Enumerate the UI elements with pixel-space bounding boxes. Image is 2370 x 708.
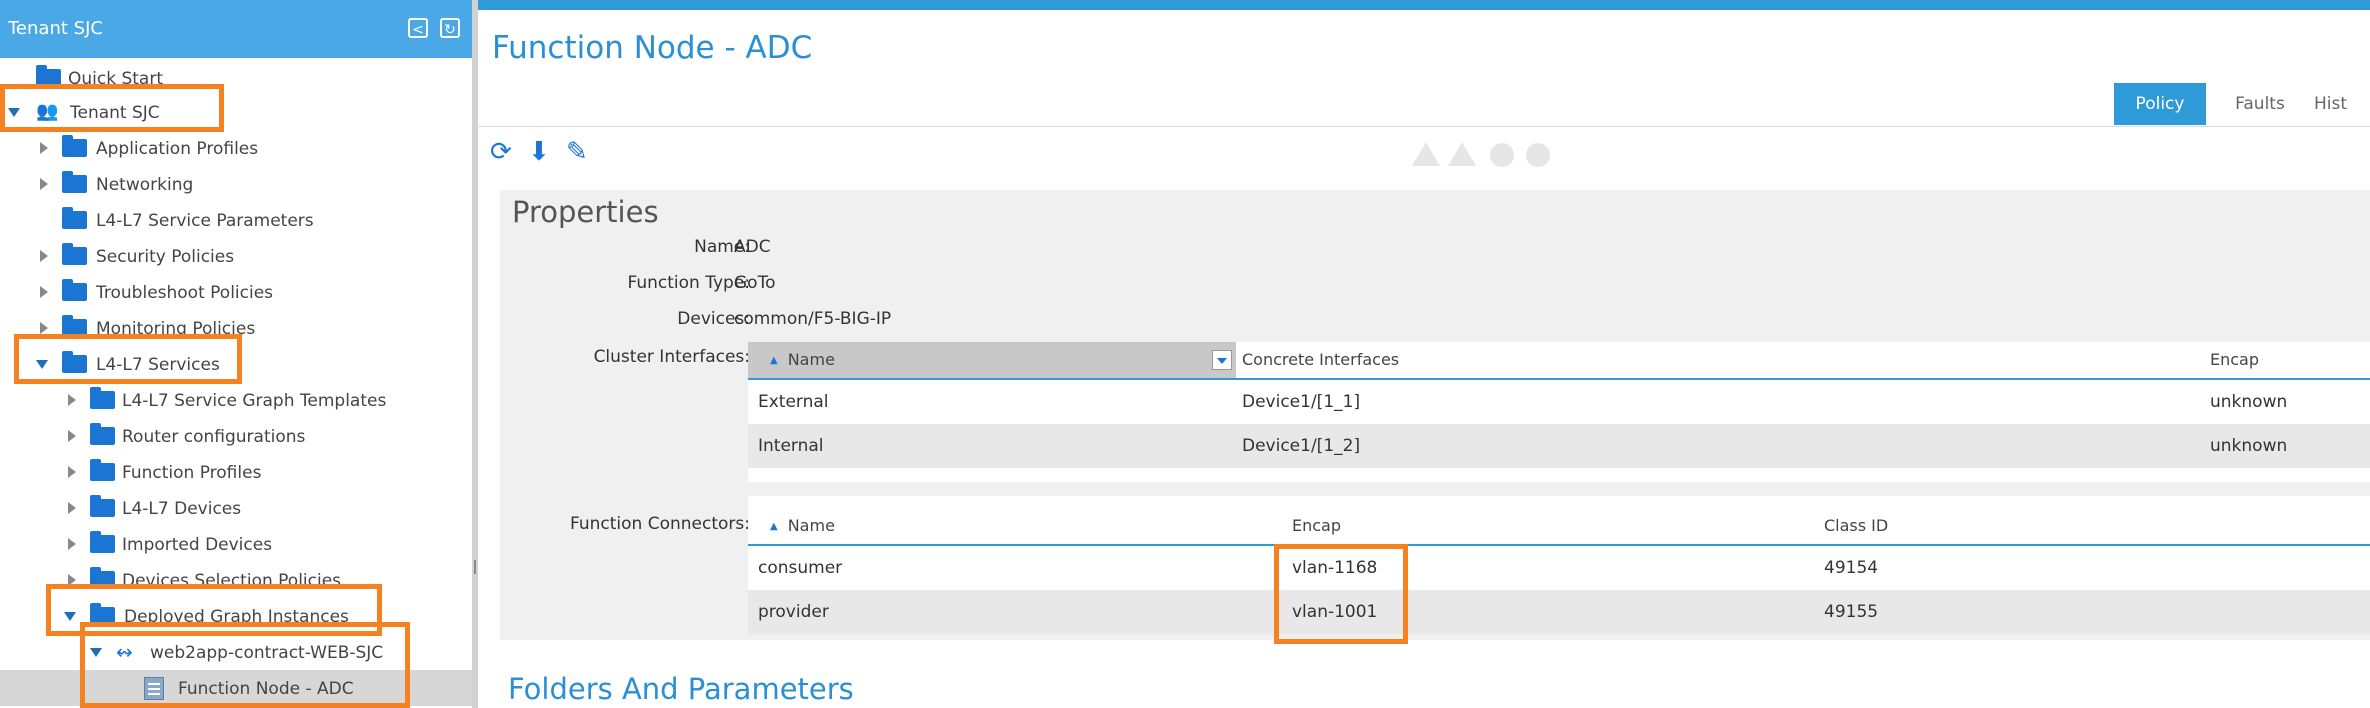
folder-icon <box>62 243 87 265</box>
collapse-arrow-icon[interactable] <box>40 322 48 334</box>
title-divider <box>478 126 2370 127</box>
collapse-arrow-icon[interactable] <box>40 142 48 154</box>
folder-icon <box>90 531 115 553</box>
collapse-icon[interactable]: < <box>408 18 428 38</box>
table-header: Name Encap Class ID <box>748 508 2370 546</box>
tab-history[interactable]: Hist <box>2314 83 2370 125</box>
collapse-arrow-icon[interactable] <box>68 538 76 550</box>
refresh-icon[interactable]: ↻ <box>440 18 460 38</box>
tree-item-networking[interactable]: Networking <box>0 166 472 202</box>
page-title: Function Node - ADC <box>492 30 813 66</box>
function-type-label: Function Type: <box>627 273 751 293</box>
column-header-encap[interactable]: Encap <box>2210 342 2259 378</box>
tab-faults[interactable]: Faults <box>2214 83 2306 125</box>
tree-item-application-profiles[interactable]: Application Profiles <box>0 130 472 166</box>
function-connectors-label: Function Connectors: <box>570 514 750 534</box>
cell-encap: unknown <box>2210 436 2288 456</box>
folder-icon <box>62 171 87 193</box>
table-header: Name Concrete Interfaces Encap <box>748 342 2370 380</box>
cell-encap: unknown <box>2210 392 2288 412</box>
tree-item-label: L4-L7 Devices <box>122 499 242 519</box>
collapse-arrow-icon[interactable] <box>68 430 76 442</box>
table-row[interactable]: External Device1/[1_1] unknown <box>748 380 2370 424</box>
cell-class-id: 49155 <box>1824 602 1879 622</box>
tree-item-label: Router configurations <box>122 427 306 447</box>
cell-name: Internal <box>758 436 824 456</box>
collapse-arrow-icon[interactable] <box>40 178 48 190</box>
tree-item-function-profiles[interactable]: Function Profiles <box>0 454 472 490</box>
highlight-box <box>1274 544 1408 644</box>
tree-item-label: Troubleshoot Policies <box>96 283 274 303</box>
main-panel: Function Node - ADC Policy Faults Hist ⟳… <box>478 10 2370 708</box>
column-menu-icon[interactable] <box>1212 350 1232 370</box>
collapse-arrow-icon[interactable] <box>40 250 48 262</box>
folder-icon <box>90 387 115 409</box>
folder-icon <box>62 279 87 301</box>
function-type-value: GoTo <box>734 273 776 293</box>
name-label: Name: <box>694 237 750 257</box>
highlight-box <box>14 334 242 384</box>
splitter-handle-icon[interactable] <box>474 560 476 574</box>
tree-item-label: L4-L7 Service Parameters <box>96 211 314 231</box>
critical-warning-icon[interactable] <box>1412 142 1440 166</box>
devices-value: common/F5-BIG-IP <box>734 309 892 329</box>
tree-item-service-graph-templates[interactable]: L4-L7 Service Graph Templates <box>0 382 472 418</box>
function-connectors-table: Name Encap Class ID consumer vlan-1168 4… <box>748 496 2370 634</box>
highlight-box <box>0 84 224 132</box>
folder-icon <box>62 207 87 229</box>
table-row[interactable]: Internal Device1/[1_2] unknown <box>748 424 2370 468</box>
column-header-name[interactable]: Name <box>770 342 835 378</box>
refresh-icon[interactable]: ⟳ <box>490 138 518 166</box>
tree-item-router-configurations[interactable]: Router configurations <box>0 418 472 454</box>
cluster-interfaces-label: Cluster Interfaces: <box>593 347 750 367</box>
view-tabs: Policy Faults Hist <box>2114 83 2370 125</box>
tree-item-label: Application Profiles <box>96 139 259 159</box>
folder-icon <box>90 495 115 517</box>
highlight-box <box>80 622 410 708</box>
sidebar-header: Tenant SJC < ↻ <box>0 0 472 58</box>
edit-icon[interactable]: ✎ <box>566 138 594 166</box>
cell-name: consumer <box>758 558 843 578</box>
sidebar-title: Tenant SJC <box>8 18 103 39</box>
column-header-name[interactable]: Name <box>770 508 835 544</box>
folder-icon <box>90 459 115 481</box>
download-icon[interactable]: ⬇ <box>528 138 556 166</box>
folders-and-parameters-title: Folders And Parameters <box>508 672 854 706</box>
devices-label: Devices: <box>677 309 750 329</box>
tree-item-label: Security Policies <box>96 247 235 267</box>
tree-item-label: L4-L7 Service Graph Templates <box>122 391 387 411</box>
properties-title: Properties <box>512 195 659 229</box>
column-header-concrete-interfaces[interactable]: Concrete Interfaces <box>1242 342 1399 378</box>
cell-class-id: 49154 <box>1824 558 1879 578</box>
tree-item-l4-l7-service-parameters[interactable]: L4-L7 Service Parameters <box>0 202 472 238</box>
cell-concrete-interface: Device1/[1_2] <box>1242 436 1361 456</box>
collapse-arrow-icon[interactable] <box>68 466 76 478</box>
major-warning-icon[interactable] <box>1448 142 1476 166</box>
collapse-arrow-icon[interactable] <box>40 286 48 298</box>
column-header-class-id[interactable]: Class ID <box>1824 508 1888 544</box>
tree-item-label: Function Profiles <box>122 463 262 483</box>
minor-fault-icon[interactable] <box>1490 143 1514 167</box>
cell-name: External <box>758 392 829 412</box>
tab-policy[interactable]: Policy <box>2114 83 2206 125</box>
cell-concrete-interface: Device1/[1_1] <box>1242 392 1361 412</box>
table-row[interactable]: provider vlan-1001 49155 <box>748 590 2370 634</box>
tree-item-label: Imported Devices <box>122 535 273 555</box>
tree-item-label: Networking <box>96 175 194 195</box>
info-fault-icon[interactable] <box>1526 143 1550 167</box>
cluster-interfaces-table: Name Concrete Interfaces Encap External … <box>748 342 2370 482</box>
folder-icon <box>90 423 115 445</box>
name-value: ADC <box>734 237 771 257</box>
cell-name: provider <box>758 602 829 622</box>
table-row[interactable]: consumer vlan-1168 49154 <box>748 546 2370 590</box>
folder-icon <box>62 135 87 157</box>
collapse-arrow-icon[interactable] <box>68 502 76 514</box>
column-header-encap[interactable]: Encap <box>1292 508 1341 544</box>
collapse-arrow-icon[interactable] <box>68 394 76 406</box>
